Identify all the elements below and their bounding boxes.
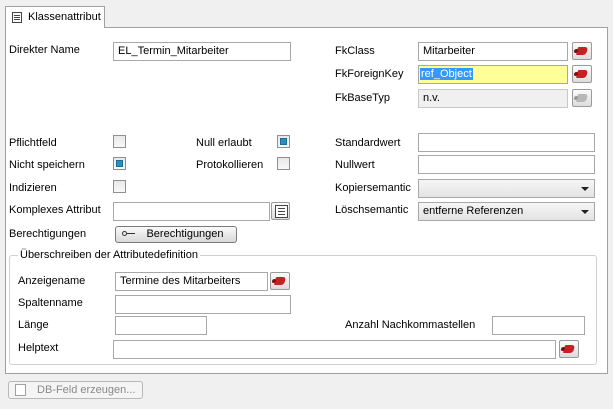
tab-klassenattribut[interactable]: Klassenattribut (5, 6, 105, 28)
fkclass-edit-button[interactable] (572, 42, 592, 60)
komplexes-attribut-list-button[interactable] (271, 202, 290, 220)
standardwert-input[interactable] (418, 133, 595, 152)
protokollieren-label: Protokollieren (196, 159, 264, 171)
tab-label: Klassenattribut (28, 11, 101, 23)
protokollieren-checkbox[interactable] (277, 157, 290, 170)
berechtigungen-button-label: Berechtigungen (146, 228, 224, 240)
fkclass-input[interactable]: Mitarbeiter (418, 42, 568, 61)
komplexes-attribut-input[interactable] (113, 202, 270, 221)
loeschsemantic-label: Löschsemantic (335, 204, 409, 216)
direkter-name-label: Direkter Name (9, 44, 80, 56)
helptext-translate-button[interactable] (559, 340, 579, 358)
edit-base-type-icon (575, 94, 589, 102)
kopiersemantic-dropdown[interactable] (418, 179, 595, 198)
nachkommastellen-input[interactable] (492, 316, 585, 335)
key-icon (122, 231, 135, 237)
nullwert-input[interactable] (418, 155, 595, 174)
pflichtfeld-label: Pflichtfeld (9, 137, 57, 149)
spaltenname-input[interactable] (115, 295, 291, 314)
fkforeignkey-selected-text: ref_Object (420, 68, 473, 80)
direkter-name-input[interactable]: EL_Termin_Mitarbeiter (113, 42, 291, 61)
kopiersemantic-label: Kopiersemantic (335, 182, 411, 194)
null-erlaubt-label: Null erlaubt (196, 137, 252, 149)
helptext-label: Helptext (18, 342, 59, 354)
database-field-icon (15, 384, 26, 396)
laenge-input[interactable] (115, 316, 207, 335)
fkbasetyp-label: FkBaseTyp (335, 92, 391, 104)
fkbasetyp-edit-button (572, 89, 592, 107)
override-group-title: Überschreiben der Attributedefinition (18, 249, 200, 261)
edit-foreign-key-icon (575, 70, 589, 78)
anzeigename-label: Anzeigename (18, 275, 86, 287)
standardwert-label: Standardwert (335, 137, 401, 149)
db-feld-erzeugen-label: DB-Feld erzeugen... (37, 384, 136, 396)
document-icon (12, 12, 22, 23)
loeschsemantic-value: entferne Referenzen (423, 205, 524, 217)
fkforeignkey-input[interactable]: ref_Object (418, 65, 568, 84)
fkforeignkey-edit-button[interactable] (572, 65, 592, 83)
anzeigename-input[interactable]: Termine des Mitarbeiters (115, 272, 268, 291)
translate-icon (562, 345, 576, 353)
indizieren-label: Indizieren (9, 182, 57, 194)
fkforeignkey-label: FkForeignKey (335, 68, 404, 80)
spaltenname-label: Spaltenname (18, 297, 83, 309)
translate-icon (273, 277, 287, 285)
komplexes-attribut-label: Komplexes Attribut (9, 204, 101, 216)
loeschsemantic-dropdown[interactable]: entferne Referenzen (418, 202, 595, 221)
list-icon (275, 205, 288, 218)
db-feld-erzeugen-button: DB-Feld erzeugen... (8, 381, 143, 399)
fkbasetyp-input: n.v. (418, 89, 568, 108)
anzeigename-translate-button[interactable] (270, 272, 290, 290)
nullwert-label: Nullwert (335, 159, 375, 171)
fkclass-label: FkClass (335, 45, 375, 57)
indizieren-checkbox[interactable] (113, 180, 126, 193)
null-erlaubt-checkbox[interactable] (277, 135, 290, 148)
edit-class-icon (575, 47, 589, 55)
chevron-down-icon (581, 210, 589, 214)
chevron-down-icon (581, 187, 589, 191)
berechtigungen-label: Berechtigungen (9, 228, 87, 240)
berechtigungen-button[interactable]: Berechtigungen (115, 226, 237, 243)
laenge-label: Länge (18, 319, 49, 331)
nicht-speichern-label: Nicht speichern (9, 159, 85, 171)
helptext-input[interactable] (113, 340, 556, 359)
pflichtfeld-checkbox[interactable] (113, 135, 126, 148)
nicht-speichern-checkbox[interactable] (113, 157, 126, 170)
nachkommastellen-label: Anzahl Nachkommastellen (345, 319, 476, 331)
